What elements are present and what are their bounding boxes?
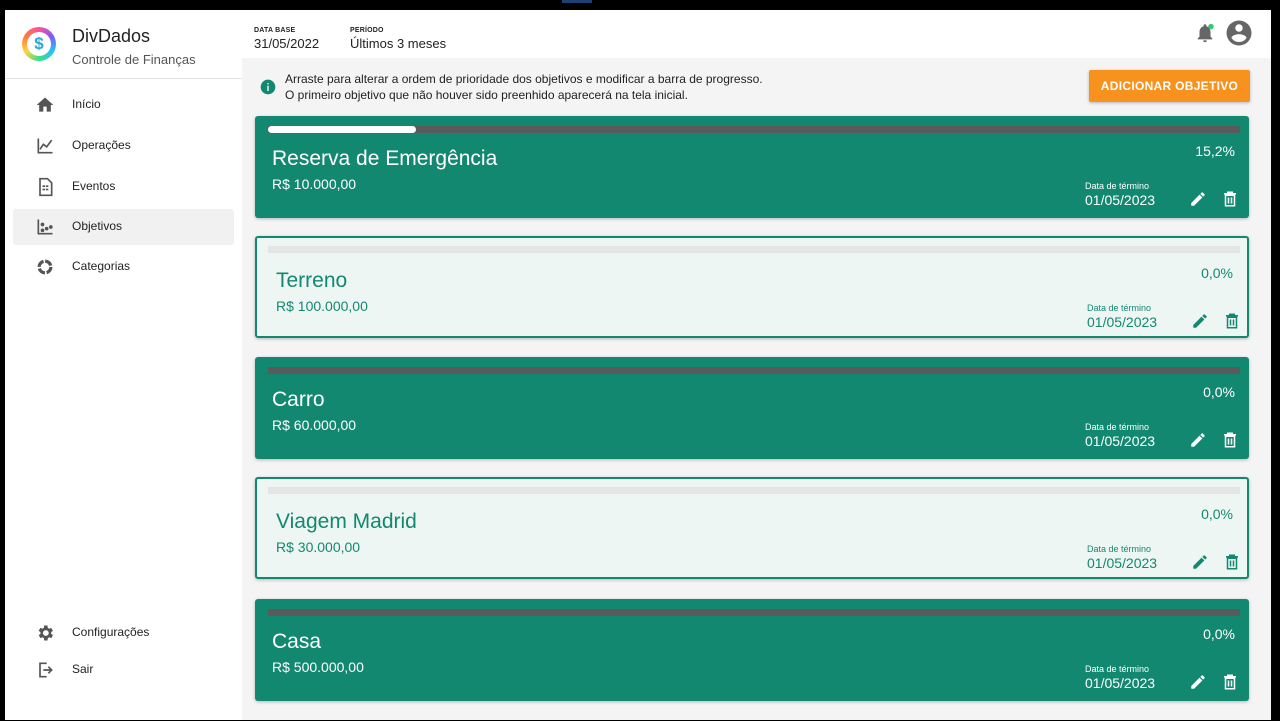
sidebar-item-label: Sair [72, 662, 94, 676]
top-strip-indicator [562, 0, 592, 3]
info-line-2: O primeiro objetivo que não houver sido … [285, 88, 688, 102]
sidebar-item-label: Eventos [72, 179, 116, 193]
goal-amount: R$ 500.000,00 [272, 659, 364, 675]
progress-fill [268, 126, 416, 133]
end-date-label: Data de término [1087, 303, 1152, 313]
avatar-icon[interactable] [1224, 18, 1254, 48]
end-date-value: 01/05/2023 [1087, 314, 1158, 330]
progress-bar[interactable] [268, 487, 1240, 494]
end-date-label: Data de término [1085, 664, 1150, 674]
end-date-value: 01/05/2023 [1085, 433, 1156, 449]
end-date-label: Data de término [1087, 544, 1152, 554]
sidebar-item-label: Início [72, 97, 101, 111]
goal-title: Reserva de Emergência [272, 147, 498, 170]
donut-icon [37, 259, 53, 275]
progress-bar[interactable] [268, 126, 1240, 133]
sidebar-item-categorias[interactable]: Categorias [13, 249, 234, 285]
progress-bar[interactable] [268, 609, 1240, 616]
end-date-label: Data de término [1085, 422, 1150, 432]
header: DATA BASE 31/05/2022 PERÍODO Últimos 3 m… [242, 10, 1271, 58]
goal-percent: 0,0% [1203, 626, 1235, 642]
edit-icon[interactable] [1191, 553, 1209, 571]
goal-amount: R$ 30.000,00 [276, 539, 361, 555]
sidebar: $ DivDados Controle de Finanças Início O… [5, 10, 243, 720]
delete-icon[interactable] [1221, 673, 1239, 691]
progress-bar[interactable] [268, 367, 1240, 374]
logout-icon [39, 662, 53, 678]
app-name: DivDados [72, 26, 151, 46]
goal-amount: R$ 100.000,00 [276, 298, 368, 314]
sidebar-item-eventos[interactable]: Eventos [13, 169, 234, 205]
edit-icon[interactable] [1189, 431, 1207, 449]
edit-icon[interactable] [1189, 190, 1207, 208]
top-strip [0, 0, 1280, 10]
sidebar-item-inicio[interactable]: Início [13, 87, 234, 123]
sidebar-item-configuracoes[interactable]: Configurações [13, 615, 234, 651]
goal-amount: R$ 60.000,00 [272, 417, 357, 433]
home-icon [36, 97, 54, 112]
edit-icon[interactable] [1189, 673, 1207, 691]
app-window: $ DivDados Controle de Finanças Início O… [5, 10, 1271, 720]
goal-card[interactable]: Casa R$ 500.000,00 0,0% Data de término 01/0… [255, 599, 1249, 701]
end-date-value: 01/05/2023 [1085, 675, 1156, 691]
edit-icon[interactable] [1191, 312, 1209, 330]
goal-title: Carro [272, 388, 325, 411]
gear-icon [38, 625, 53, 641]
goal-percent: 0,0% [1201, 506, 1233, 522]
document-icon [39, 177, 53, 197]
goal-card[interactable]: Reserva de Emergência R$ 10.000,00 15,2% Da… [255, 116, 1249, 218]
sidebar-item-label: Categorias [72, 259, 131, 273]
sidebar-item-label: Operações [72, 138, 131, 152]
periodo-value[interactable]: Últimos 3 meses [350, 36, 446, 51]
end-date-value: 01/05/2023 [1087, 555, 1158, 571]
goal-title: Viagem Madrid [276, 510, 417, 533]
end-date-label: Data de término [1085, 181, 1150, 191]
info-line-1: Arraste para alterar a ordem de priorida… [285, 72, 763, 86]
main-content: DATA BASE 31/05/2022 PERÍODO Últimos 3 m… [242, 10, 1271, 720]
goal-percent: 0,0% [1201, 265, 1233, 281]
progress-bar[interactable] [268, 246, 1240, 253]
goal-card[interactable]: Carro R$ 60.000,00 0,0% Data de término 01/0… [255, 357, 1249, 459]
sidebar-item-label: Objetivos [72, 219, 123, 233]
delete-icon[interactable] [1221, 190, 1239, 208]
sidebar-item-operacoes[interactable]: Operações [13, 128, 234, 164]
goal-title: Terreno [276, 269, 348, 292]
chart-line-icon [37, 138, 53, 154]
add-goal-button[interactable]: ADICIONAR OBJETIVO [1089, 70, 1250, 102]
sidebar-item-label: Configurações [72, 625, 150, 639]
goal-card[interactable]: Terreno R$ 100.000,00 0,0% Data de término 0… [255, 236, 1249, 338]
sidebar-item-sair[interactable]: Sair [13, 652, 234, 688]
sidebar-item-objetivos[interactable]: Objetivos [13, 209, 234, 245]
goal-title: Casa [272, 630, 322, 653]
scatter-icon [37, 219, 53, 235]
periodo-label: PERÍODO [350, 27, 384, 34]
goal-amount: R$ 10.000,00 [272, 176, 357, 192]
delete-icon[interactable] [1221, 431, 1239, 449]
delete-icon[interactable] [1223, 312, 1241, 330]
delete-icon[interactable] [1223, 553, 1241, 571]
goal-card[interactable]: Viagem Madrid R$ 30.000,00 0,0% Data de tér… [255, 477, 1249, 579]
app-subtitle: Controle de Finanças [72, 52, 196, 67]
notification-bell-icon[interactable] [1194, 22, 1216, 44]
info-message: Arraste para alterar a ordem de priorida… [260, 72, 920, 106]
data-base-label: DATA BASE [254, 27, 296, 34]
end-date-value: 01/05/2023 [1085, 192, 1156, 208]
info-icon [260, 79, 276, 95]
goal-percent: 0,0% [1203, 384, 1235, 400]
brand: $ DivDados Controle de Finanças [5, 10, 242, 79]
data-base-value[interactable]: 31/05/2022 [254, 36, 319, 51]
goal-percent: 15,2% [1195, 143, 1235, 159]
logo-icon: $ [22, 27, 56, 61]
